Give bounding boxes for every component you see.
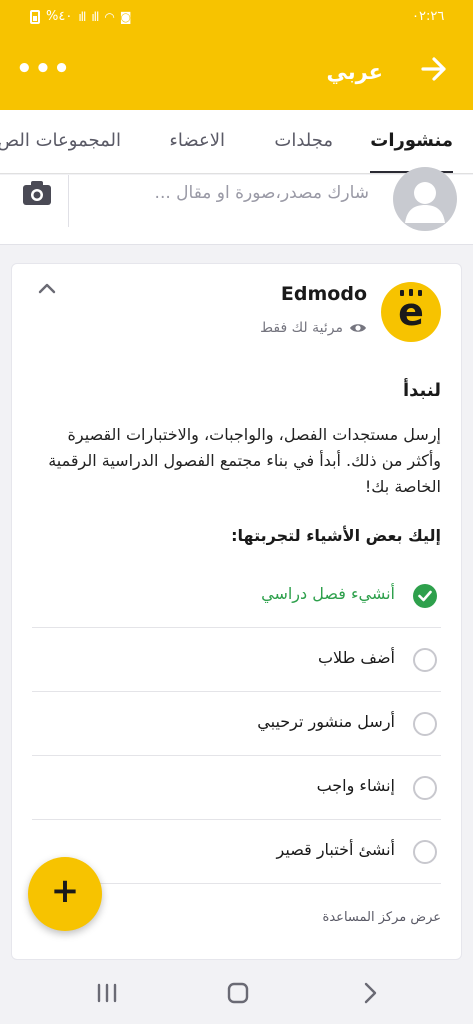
add-fab-button[interactable]: + bbox=[28, 857, 102, 931]
post-sender: Edmodo bbox=[280, 283, 367, 305]
chevron-up-icon[interactable] bbox=[36, 280, 58, 296]
tab-groups[interactable]: المجموعات الص bbox=[0, 110, 121, 173]
help-center-link[interactable]: عرض مركز المساعدة bbox=[323, 910, 441, 925]
post-heading: لنبدأ bbox=[402, 380, 441, 401]
logo-letter: e bbox=[398, 290, 424, 334]
getting-started-checklist: أنشيء فصل دراسي أضف طلاب أرسل منشور ترحي… bbox=[32, 564, 441, 884]
checklist-label: أنشئ أختبار قصير bbox=[276, 840, 395, 859]
app-bar: ••• عربي bbox=[0, 36, 473, 110]
checklist-item-welcome-post[interactable]: أرسل منشور ترحيبي bbox=[32, 692, 441, 756]
visibility-note: مرئية لك فقط bbox=[260, 320, 367, 336]
user-avatar-icon bbox=[405, 182, 445, 223]
welcome-post-card: e Edmodo مرئية لك فقط لنبدأ إرسل مستجدات… bbox=[11, 263, 462, 960]
composer-divider bbox=[68, 175, 69, 227]
checklist-label: إنشاء واجب bbox=[316, 776, 395, 795]
page-title: عربي bbox=[326, 60, 383, 84]
signal-icon-2: ıll bbox=[91, 9, 99, 24]
checklist-label: أرسل منشور ترحيبي bbox=[257, 712, 395, 731]
checklist-label: أضف طلاب bbox=[317, 648, 395, 667]
tab-members[interactable]: الاعضاء bbox=[169, 110, 225, 173]
system-nav-bar bbox=[0, 964, 473, 1024]
recent-apps-icon[interactable] bbox=[92, 980, 122, 1006]
back-arrow-icon[interactable] bbox=[419, 54, 449, 84]
empty-circle-icon bbox=[413, 840, 437, 864]
camera-icon[interactable] bbox=[22, 180, 52, 206]
post-subheading: إليك بعض الأشياء لتجربتها: bbox=[231, 526, 441, 545]
user-avatar bbox=[393, 167, 457, 231]
battery-icon bbox=[30, 9, 40, 24]
empty-circle-icon bbox=[413, 712, 437, 736]
tab-posts[interactable]: منشورات bbox=[370, 110, 453, 173]
status-time: ٠٢:٢٦ bbox=[412, 9, 445, 24]
empty-circle-icon bbox=[413, 776, 437, 800]
more-options-button[interactable]: ••• bbox=[16, 54, 72, 84]
alarm-icon: ◙ bbox=[119, 9, 132, 24]
share-input[interactable]: شارك مصدر،صورة او مقال ... bbox=[155, 183, 369, 203]
post-composer: شارك مصدر،صورة او مقال ... bbox=[0, 167, 473, 245]
checklist-item-create-class[interactable]: أنشيء فصل دراسي bbox=[32, 564, 441, 628]
eye-icon bbox=[350, 324, 366, 332]
visibility-text: مرئية لك فقط bbox=[260, 320, 343, 336]
tab-folders[interactable]: مجلدات bbox=[274, 110, 333, 173]
home-icon[interactable] bbox=[223, 980, 253, 1006]
status-bar: %٤٠ ıll ıll ◠ ◙ ٠٢:٢٦ bbox=[0, 0, 473, 36]
signal-icon: ıll bbox=[78, 9, 86, 24]
post-intro: إرسل مستجدات الفصل، والواجبات، والاختبار… bbox=[48, 425, 441, 496]
checklist-item-create-assignment[interactable]: إنشاء واجب bbox=[32, 756, 441, 820]
plus-icon: + bbox=[50, 871, 80, 911]
empty-circle-icon bbox=[413, 648, 437, 672]
edmodo-logo: e bbox=[381, 282, 441, 342]
checklist-item-add-students[interactable]: أضف طلاب bbox=[32, 628, 441, 692]
check-done-icon bbox=[413, 584, 437, 608]
back-nav-icon[interactable] bbox=[355, 980, 385, 1006]
status-icons: %٤٠ ıll ıll ◠ ◙ bbox=[30, 9, 131, 24]
battery-level: %٤٠ bbox=[46, 9, 73, 24]
wifi-icon: ◠ bbox=[104, 9, 115, 24]
checklist-label: أنشيء فصل دراسي bbox=[261, 584, 395, 603]
tab-bar: منشورات مجلدات الاعضاء المجموعات الص bbox=[0, 110, 473, 174]
